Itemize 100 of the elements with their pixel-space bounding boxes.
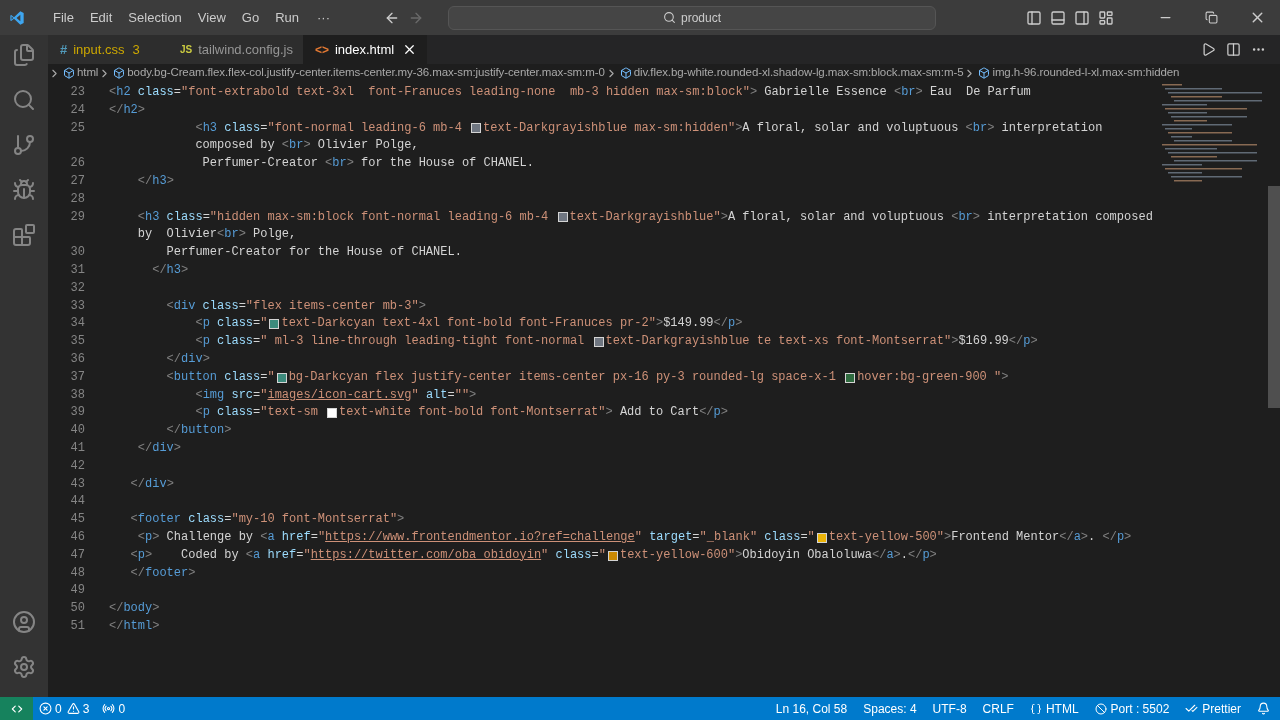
code-text: text-Darkgrayishblue max-sm:hidden">A floral, solar and voluptuous <br> interpretation <box>483 119 1103 137</box>
color-swatch-icon[interactable] <box>557 212 568 223</box>
line-number: 28 <box>70 191 85 206</box>
menu-item[interactable]: View <box>189 7 234 28</box>
code-text: <h3 class="hidden max-sm:block font-normal leading-6 mb-4 <box>136 208 550 226</box>
code-text: </button> <box>165 422 232 440</box>
code-text: bg-Darkcyan flex justify-center items-center px-16 py-3 rounded-lg space-x-1 <box>288 368 837 386</box>
line-number: 25 <box>70 120 85 135</box>
status-item[interactable]: CRLF <box>982 699 1014 718</box>
menu-item[interactable]: Run <box>267 7 307 28</box>
panel-left-icon[interactable] <box>1026 9 1042 26</box>
editor-tab[interactable]: JS tailwind.config.js <box>168 35 303 64</box>
line-number: 40 <box>70 423 85 438</box>
run-icon[interactable] <box>1201 42 1216 57</box>
code-text: </div> <box>129 475 174 493</box>
status-item[interactable]: HTML <box>1045 699 1079 718</box>
code-text: <img src="images/icon-cart.svg" alt=""> <box>194 386 477 404</box>
code-text: </body> <box>109 600 160 618</box>
status-item[interactable]: Prettier <box>1202 699 1241 718</box>
line-number: 24 <box>70 102 85 117</box>
line-number: 43 <box>70 476 85 491</box>
code-text: text-Darkcyan text-4xl font-bold font-Franuces pr-2">$149.99</p> <box>281 315 743 333</box>
code-text: Perfumer-Creator <br> for the House of CHANEL. <box>201 155 534 173</box>
menu-item[interactable]: Selection <box>120 7 190 28</box>
line-number: 39 <box>70 405 85 420</box>
search-field[interactable]: product <box>448 5 936 30</box>
panel-right-icon[interactable] <box>1074 9 1090 26</box>
menu-item[interactable]: Go <box>233 7 268 28</box>
code-text: <div class="flex items-center mb-3"> <box>165 297 426 315</box>
search-icon <box>663 11 676 24</box>
status-item[interactable]: Port : 5502 <box>1110 699 1170 718</box>
braces-icon <box>1029 702 1042 715</box>
code-text: by Olivier<br> Polge, <box>136 226 297 244</box>
code-text: text-yellow-500">Frontend Mentor</a>. </p> <box>828 528 1132 546</box>
ports-count[interactable]: 0 <box>118 699 126 718</box>
layout-icon[interactable] <box>1098 9 1114 26</box>
line-number: 47 <box>70 547 85 562</box>
color-swatch-icon[interactable] <box>816 532 827 543</box>
editor-tab[interactable]: <> index.html <box>302 35 428 64</box>
line-number: 38 <box>70 387 85 402</box>
code-brackets-icon: <> <box>314 40 329 59</box>
line-number: 31 <box>70 262 85 277</box>
code-text: </html> <box>109 617 160 635</box>
menu-item[interactable]: Edit <box>81 7 121 28</box>
line-number: 35 <box>70 334 85 349</box>
color-swatch-icon[interactable] <box>607 550 618 561</box>
error-icon <box>39 702 52 715</box>
account-icon[interactable] <box>12 610 36 634</box>
notifications-icon[interactable] <box>1257 702 1270 715</box>
breadcrumb-item[interactable]: div.flex.bg-white.rounded-xl.shadow-lg.max-sm:block.max-sm:m-5 <box>633 64 964 82</box>
extensions-icon[interactable] <box>12 223 36 247</box>
line-number: 46 <box>70 529 85 544</box>
more-menu[interactable]: ··· <box>307 7 340 28</box>
color-swatch-icon[interactable] <box>269 319 280 330</box>
element-icon <box>113 67 126 79</box>
settings-icon[interactable] <box>12 655 36 679</box>
broadcast-icon <box>102 702 116 715</box>
menu-item[interactable]: File <box>45 7 82 28</box>
status-item[interactable]: Spaces: 4 <box>863 699 917 718</box>
status-item[interactable]: Ln 16, Col 58 <box>775 699 848 718</box>
problem-count: 3 <box>132 40 140 59</box>
restore-icon[interactable] <box>1204 11 1218 24</box>
tab-label: index.html <box>334 40 395 59</box>
tab-label: tailwind.config.js <box>198 40 293 59</box>
warning-icon <box>66 702 80 715</box>
color-swatch-icon[interactable] <box>845 372 856 383</box>
color-swatch-icon[interactable] <box>471 123 482 134</box>
line-number: 30 <box>70 245 85 260</box>
explorer-icon[interactable] <box>12 43 36 67</box>
code-text: text-Darkgrayishblue te text-xs font-Montserrat">$169.99</p> <box>605 333 1038 351</box>
color-swatch-icon[interactable] <box>276 372 287 383</box>
editor-tab[interactable]: # input.css 3 <box>48 35 168 64</box>
line-number: 45 <box>70 512 85 527</box>
color-swatch-icon[interactable] <box>593 337 604 348</box>
bug-icon[interactable] <box>12 178 36 202</box>
warning-count[interactable]: 3 <box>82 699 90 718</box>
code-text: </h2> <box>109 101 145 119</box>
code-text: <button class=" <box>165 368 275 386</box>
status-item[interactable]: UTF-8 <box>932 699 967 718</box>
breadcrumb-item[interactable]: img.h-96.rounded-l-xl.max-sm:hidden <box>992 64 1180 82</box>
error-count[interactable]: 0 <box>55 699 62 718</box>
breadcrumb-item[interactable]: html <box>77 64 99 82</box>
line-number: 51 <box>70 618 85 633</box>
source-control-icon[interactable] <box>12 133 36 157</box>
search-icon[interactable] <box>12 88 36 112</box>
scrollbar-thumb[interactable] <box>1268 186 1280 408</box>
code-text: <h2 class="font-extrabold text-3xl font-Franuces leading-none mb-3 hidden max-sm:block"> Gabrielle Essence <br> Eau De Parfum <box>109 84 1031 101</box>
code-text: <h3 class="font-normal leading-6 mb-4 <box>194 119 463 137</box>
tab-label: input.css <box>73 40 125 59</box>
breadcrumb-item[interactable]: body.bg-Cream.flex.flex-col.justify-center.items-center.my-36.max-sm:justify-center.max-sm:m-0 <box>127 64 605 82</box>
code-text: </h3> <box>136 173 174 190</box>
color-swatch-icon[interactable] <box>327 408 338 419</box>
line-number: 41 <box>70 440 85 455</box>
panel-bottom-icon[interactable] <box>1050 9 1066 26</box>
code-text: <p> Challenge by <a href="https://www.frontendmentor.io?ref=challenge" target="_blank" class=" <box>136 528 815 546</box>
code-text: <footer class="my-10 font-Montserrat"> <box>129 511 405 529</box>
line-number: 42 <box>70 458 85 473</box>
code-text: </div> <box>136 439 182 457</box>
split-editor-icon[interactable] <box>1226 42 1241 57</box>
code-text: text-yellow-600">Obidoyin Obaloluwa</a>.</p> <box>619 546 937 564</box>
